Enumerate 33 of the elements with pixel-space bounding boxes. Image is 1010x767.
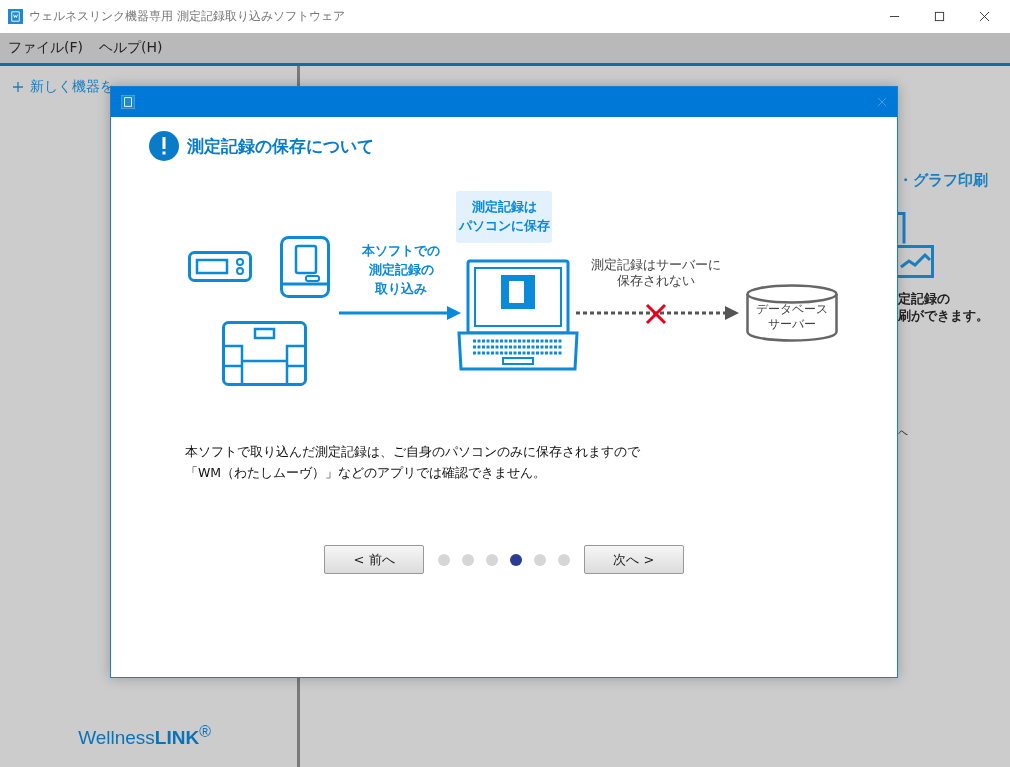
app-icon	[8, 9, 23, 24]
import-label: 本ソフトでの 測定記録の 取り込み	[361, 242, 441, 298]
speech-bubble: 測定記録は パソコンに保存	[456, 191, 552, 243]
menu-item[interactable]: ヘルプ(H)	[99, 39, 163, 57]
page-dot[interactable]	[510, 553, 522, 566]
text-fragment: ヘ	[898, 426, 908, 440]
previous-button[interactable]: < 前へ	[324, 545, 424, 574]
next-button[interactable]: 次へ >	[584, 545, 684, 574]
dialog-title: 測定記録の保存について	[187, 134, 374, 158]
database-server-drawing: データベース サーバー	[746, 284, 838, 342]
chart-icon	[898, 212, 934, 278]
maximize-icon[interactable]	[934, 11, 945, 22]
info-message: 本ソフトで取り込んだ測定記録は、ご自身のパソコンのみに保存されますので 「WM（わたしムーヴ）」などのアプリでは確認できません。	[185, 443, 641, 482]
page-dot[interactable]	[438, 553, 450, 566]
window-title: ウェルネスリンク機器専用 測定記録取り込みソフトウェア	[29, 9, 345, 24]
description-text: 定記録の 刷ができます。	[898, 290, 989, 324]
body-scale-icon	[222, 321, 307, 386]
wellnesslink-logo: WellnessLINK$^{®}$	[78, 722, 211, 749]
section-heading: ・グラフ印刷	[898, 171, 988, 190]
blood-pressure-monitor-icon	[280, 236, 330, 298]
page-dot[interactable]	[558, 553, 570, 566]
menu-item[interactable]: ファイル(F)	[8, 39, 83, 57]
close-icon[interactable]	[979, 11, 990, 22]
page-dot[interactable]	[486, 553, 498, 566]
laptop-icon	[457, 259, 579, 371]
page-dot[interactable]	[462, 553, 474, 566]
page-dot[interactable]	[534, 553, 546, 566]
pedometer-icon	[188, 251, 252, 282]
cross-icon	[645, 303, 667, 325]
app-icon	[121, 95, 135, 109]
plus-icon[interactable]	[12, 81, 24, 93]
exclamation-icon	[149, 131, 179, 161]
server-note: 測定記録はサーバーに 保存されない	[590, 257, 722, 289]
